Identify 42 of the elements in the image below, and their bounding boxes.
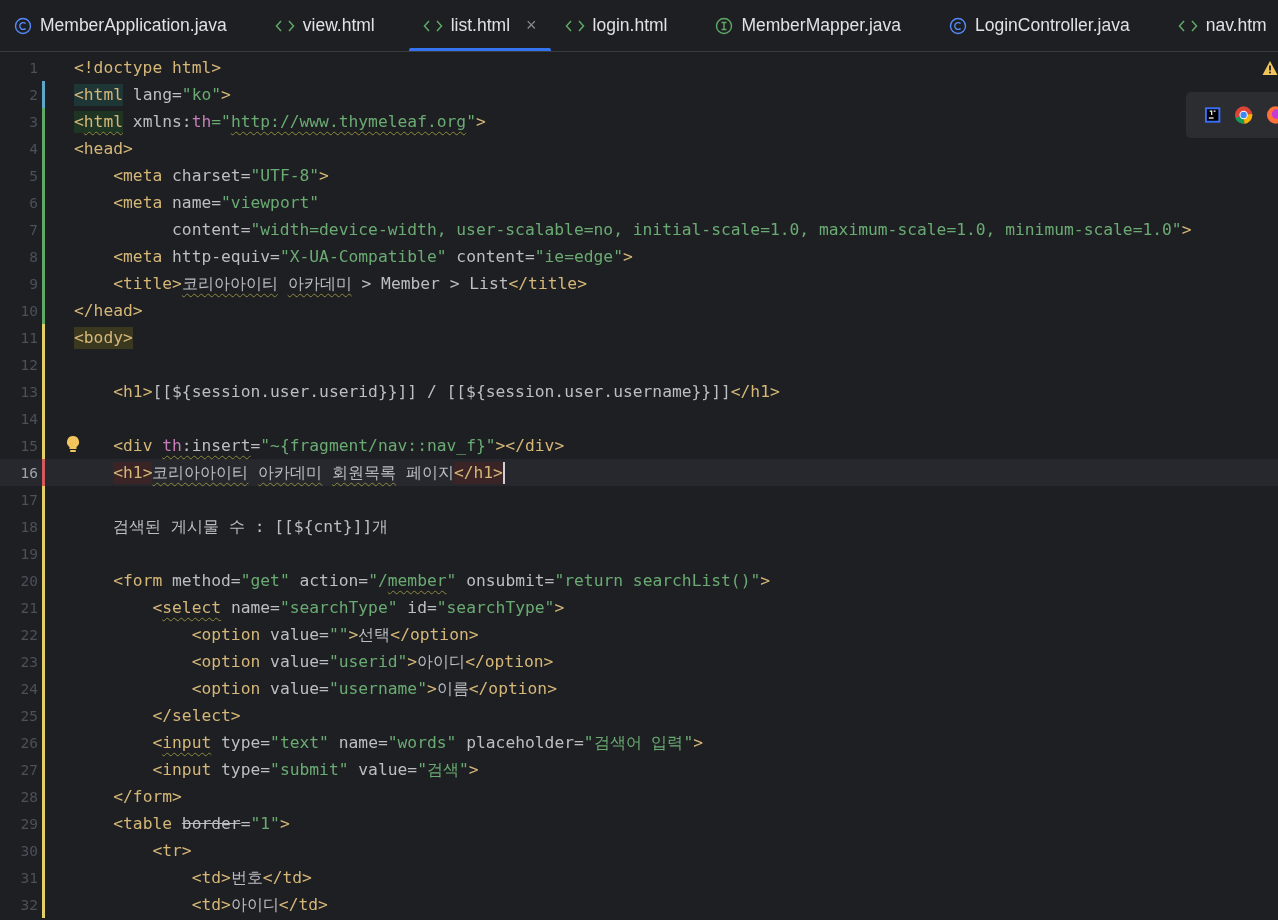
code-line: 검색된 게시물 수 : [[${cnt}]]개 — [112, 516, 389, 538]
ide-logo-icon — [1204, 106, 1222, 124]
code-line: <!doctype html> — [74, 57, 222, 79]
code-line: <form method="get" action="/member" onsubmit="return searchList()"> — [112, 570, 771, 592]
code-line: <html xmlns:th="http://www.thymeleaf.org"> — [74, 110, 486, 135]
code-line: <meta http-equiv="X-UA-Compatible" content="ie=edge"> — [112, 246, 633, 268]
code-line: <title>코리아아이티 아카데미 > Member > List</title> — [112, 273, 587, 295]
class-icon — [14, 16, 32, 35]
file-tab[interactable]: list.html × — [408, 0, 551, 51]
code-line: <div th:insert="~{fragment/nav::nav_f}"></div> — [112, 435, 565, 457]
code-line: <option value="username">이름</option> — [190, 678, 557, 700]
close-button[interactable]: × — [526, 15, 537, 36]
browser-icon — [1234, 105, 1254, 125]
code-line: </select> — [151, 705, 241, 727]
file-tab[interactable]: MemberMapper.java — [701, 0, 935, 51]
code-line: <input type="text" name="words" placeholder="검색어 입력"> — [151, 732, 704, 754]
browser-icon — [1266, 105, 1278, 125]
code-line: <option value="userid">아이디</option> — [190, 651, 554, 673]
code-line: <html lang="ko"> — [74, 83, 231, 108]
code-line: <meta name="viewport" — [112, 192, 320, 214]
code-line: <td>아이디</td> — [190, 894, 328, 916]
code-line: content="width=device-width, user-scalable=no, initial-scale=1.0, maximum-scale=1.0, minimum-scale=1.0"> — [171, 219, 1192, 241]
class-icon — [949, 16, 967, 35]
code-line: <meta charset="UTF-8"> — [112, 165, 329, 187]
code-line: <select name="searchType" id="searchType"> — [151, 597, 565, 619]
code-line: <tr> — [151, 840, 192, 862]
interface-icon — [715, 16, 734, 35]
code-line: <table border="1"> — [112, 813, 290, 835]
code-line: <h1>[[${session.user.userid}}]] / [[${session.user.username}}]]</h1> — [112, 381, 780, 403]
code-line: </head> — [74, 300, 143, 322]
file-tab[interactable]: MemberApplication.java — [0, 0, 261, 51]
file-tab[interactable]: view.html — [260, 0, 409, 51]
code-line: <head> — [74, 138, 133, 160]
file-tab[interactable]: nav.htm — [1163, 0, 1278, 51]
code-line: </form> — [112, 786, 182, 808]
code-line: <input type="submit" value="검색"> — [151, 759, 479, 781]
code-line: <td>번호</td> — [190, 867, 312, 889]
code-line: <h1>코리아아이티 아카데미 회원목록 페이지</h1> — [112, 461, 503, 486]
file-tab[interactable]: LoginController.java — [935, 0, 1164, 51]
code-line: <option value="">선택</option> — [190, 624, 479, 646]
file-tab[interactable]: login.html — [550, 0, 702, 51]
line-number: 16 — [19, 464, 38, 481]
